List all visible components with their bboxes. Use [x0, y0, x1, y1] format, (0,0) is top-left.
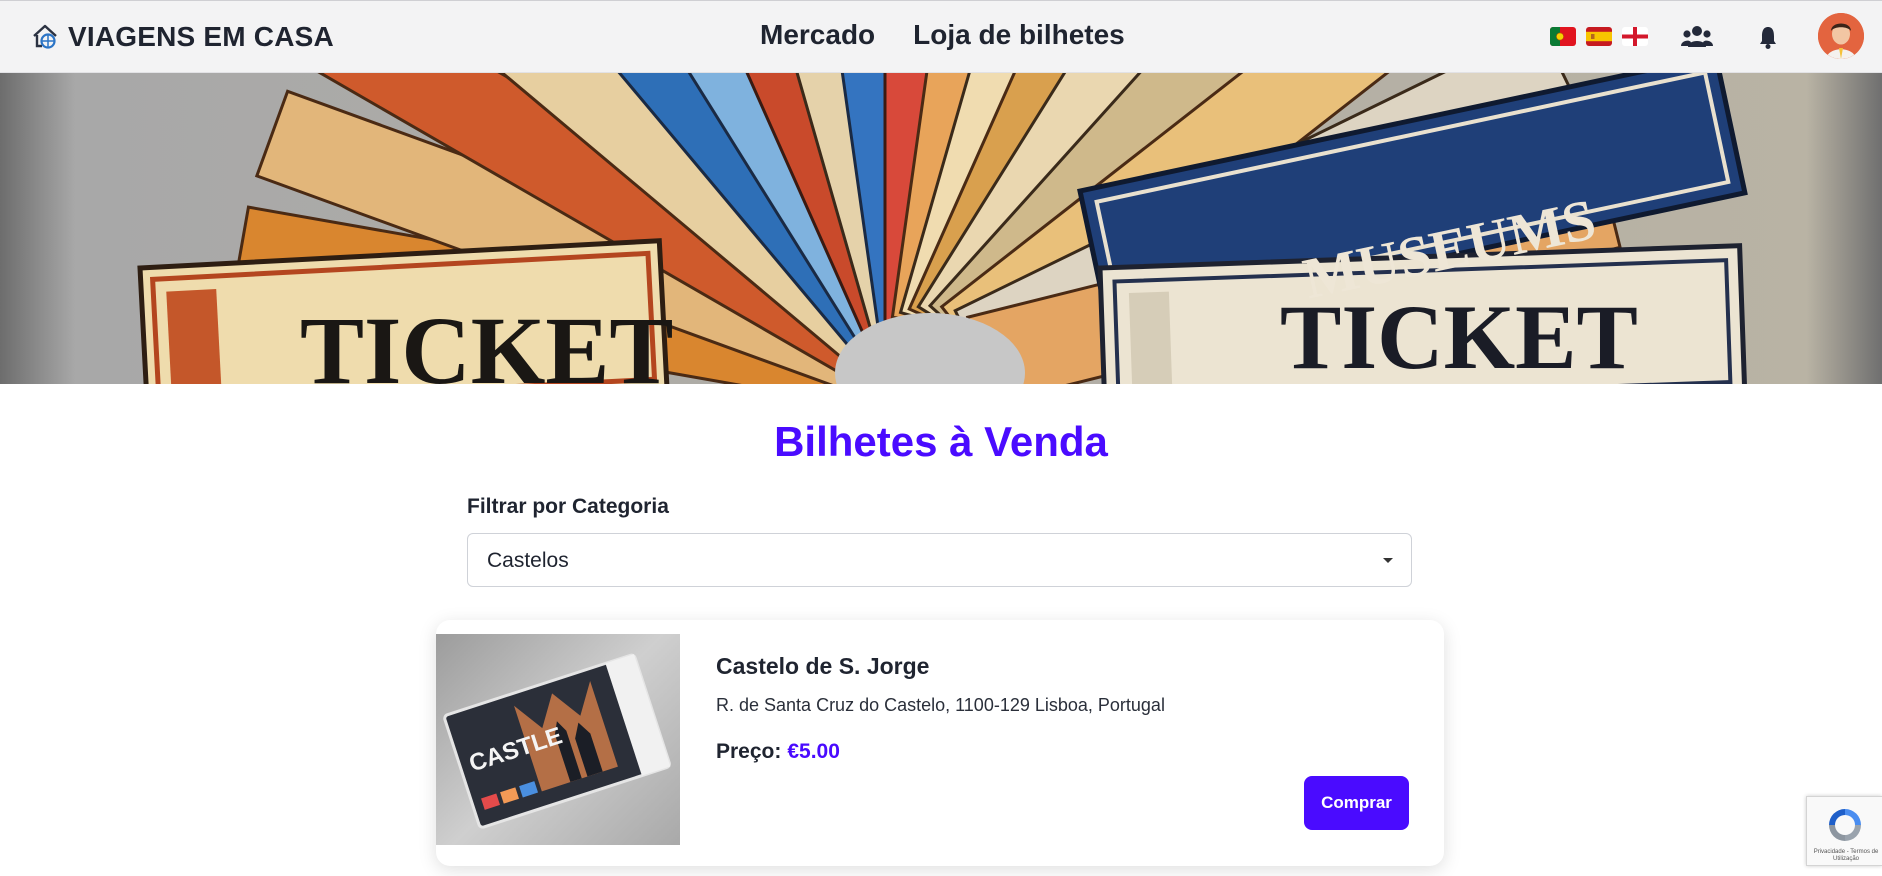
hero-banner: TICKET TICKET MUSEUMS [0, 73, 1882, 384]
ticket-thumbnail: CASTLE [436, 634, 680, 845]
house-logo-icon [33, 24, 57, 49]
user-avatar[interactable] [1818, 13, 1864, 59]
buy-button[interactable]: Comprar [1304, 776, 1409, 830]
recaptcha-links: Privacidade - Termos de Utilização [1813, 849, 1879, 862]
castle-ticket-image-icon: CASTLE [443, 653, 671, 829]
en-flag-icon[interactable] [1622, 27, 1648, 46]
recaptcha-icon [1829, 809, 1861, 841]
brand-name: VIAGENS EM CASA [68, 21, 334, 52]
nav-link-mercado[interactable]: Mercado [760, 19, 875, 51]
category-select-value: Castelos [487, 549, 569, 572]
ticket-name: Castelo de S. Jorge [716, 653, 930, 679]
top-navigation-bar: VIAGENS EM CASA Mercado Loja de bilhetes [0, 0, 1882, 73]
ticket-price: Preço: €5.00 [716, 740, 840, 764]
category-select[interactable]: Castelos [467, 533, 1412, 587]
price-label: Preço: [716, 740, 782, 763]
pt-flag-icon[interactable] [1550, 27, 1576, 46]
users-icon[interactable] [1680, 23, 1714, 51]
ticket-card: CASTLE Castelo de S. Jorge R. de Santa C… [436, 620, 1444, 866]
filter-category-label: Filtrar por Categoria [467, 495, 669, 518]
tickets-fan-illustration: TICKET TICKET MUSEUMS [137, 73, 1748, 384]
price-value: €5.00 [787, 740, 840, 763]
page-title: Bilhetes à Venda [774, 418, 1108, 465]
language-switcher [1550, 27, 1648, 46]
hero-ticket-text-left: TICKET [300, 297, 673, 384]
recaptcha-badge[interactable]: Privacidade - Termos de Utilização [1806, 796, 1882, 866]
chevron-down-icon [1383, 558, 1393, 563]
avatar-image-icon [1818, 13, 1864, 59]
nav-link-loja-de-bilhetes[interactable]: Loja de bilhetes [913, 19, 1125, 51]
es-flag-icon[interactable] [1586, 27, 1612, 46]
bell-icon[interactable] [1757, 23, 1779, 51]
main-nav: Mercado Loja de bilhetes [760, 19, 1125, 51]
ticket-address: R. de Santa Cruz do Castelo, 1100-129 Li… [716, 695, 1165, 715]
brand-logo-link[interactable]: VIAGENS EM CASA [30, 21, 334, 53]
